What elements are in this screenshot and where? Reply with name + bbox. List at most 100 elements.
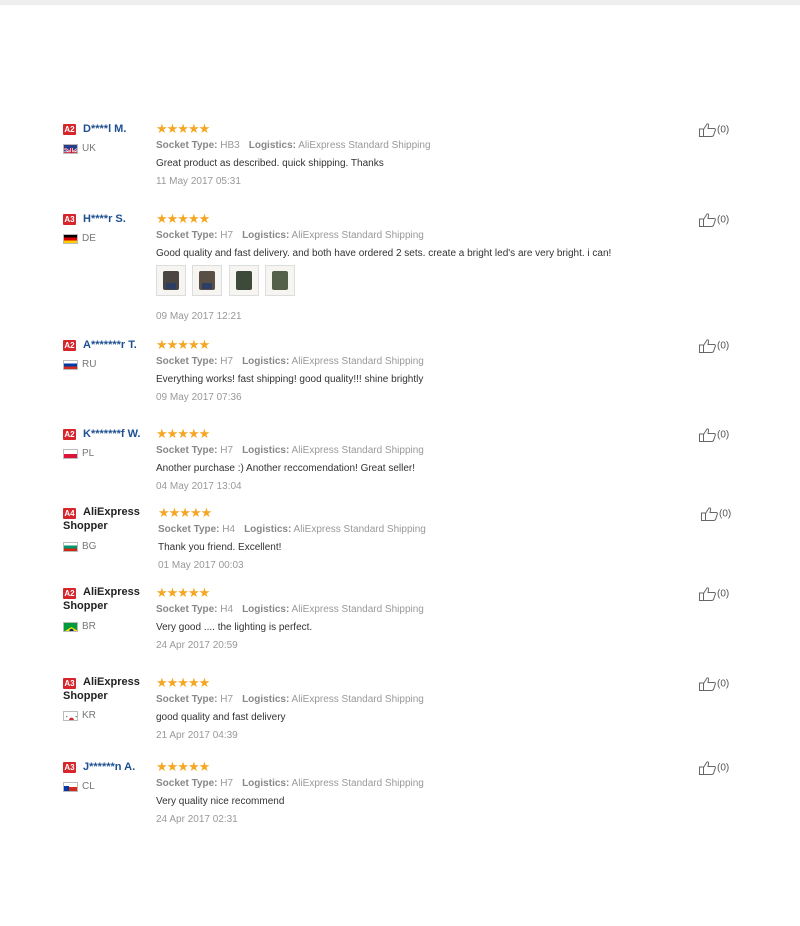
- reviewer-name[interactable]: K*******f W.: [83, 428, 140, 440]
- review-text: good quality and fast delivery: [156, 712, 286, 723]
- rating-stars: ★★★★★: [156, 211, 210, 226]
- review-date: 24 Apr 2017 02:31: [156, 814, 238, 825]
- reviewer-name[interactable]: AliExpress Shopper: [63, 675, 148, 703]
- review-text: Very good .... the lighting is perfect.: [156, 622, 313, 633]
- reviewer-name[interactable]: AliExpress Shopper: [63, 585, 148, 613]
- socket-label: Socket Type:: [156, 604, 218, 615]
- logistics-value: AliExpress Standard Shipping: [293, 524, 426, 535]
- review-date: 04 May 2017 13:04: [156, 481, 242, 492]
- like-count: (0): [717, 124, 730, 136]
- like-button[interactable]: (0): [699, 123, 729, 137]
- like-button[interactable]: (0): [699, 213, 729, 227]
- logistics-label: Logistics:: [242, 445, 290, 456]
- socket-value: H7: [220, 230, 234, 241]
- socket-value: H4: [222, 524, 236, 535]
- like-button[interactable]: (0): [699, 677, 729, 691]
- socket-label: Socket Type:: [156, 445, 218, 456]
- reviewer-country: RU: [82, 359, 97, 370]
- socket-label: Socket Type:: [156, 356, 218, 367]
- rating-stars: ★★★★★: [156, 426, 210, 441]
- review-meta: Socket Type: H4 Logistics: AliExpress Sta…: [158, 524, 426, 535]
- review-text: Another purchase :) Another reccomendati…: [156, 463, 416, 474]
- review-meta: Socket Type: H7 Logistics: AliExpress Sta…: [156, 356, 424, 367]
- like-button[interactable]: (0): [699, 339, 729, 353]
- socket-value: H7: [220, 356, 234, 367]
- buyer-level-badge: A2: [63, 340, 76, 351]
- logistics-value: AliExpress Standard Shipping: [291, 445, 424, 456]
- review-meta: Socket Type: H7 Logistics: AliExpress Sta…: [156, 230, 424, 241]
- like-button[interactable]: (0): [699, 428, 729, 442]
- uk-flag-icon: [63, 144, 78, 154]
- bg-flag-icon: [63, 542, 78, 552]
- reviewer-name[interactable]: J******n A.: [83, 761, 135, 773]
- socket-label: Socket Type:: [156, 694, 218, 705]
- review-text: Good quality and fast delivery. and both…: [156, 248, 612, 259]
- socket-label: Socket Type:: [156, 140, 218, 151]
- review-meta: Socket Type: H7 Logistics: AliExpress Sta…: [156, 778, 424, 789]
- logistics-label: Logistics:: [248, 140, 296, 151]
- reviewer-country: DE: [82, 233, 96, 244]
- thumbs-up-icon: [699, 587, 716, 601]
- buyer-level-badge: A2: [63, 124, 76, 135]
- br-flag-icon: [63, 622, 78, 632]
- review-date: 01 May 2017 00:03: [158, 560, 244, 571]
- like-count: (0): [717, 214, 730, 226]
- review-date: 09 May 2017 12:21: [156, 311, 242, 322]
- review-photo[interactable]: [156, 265, 186, 296]
- socket-value: H7: [220, 694, 234, 705]
- logistics-value: AliExpress Standard Shipping: [298, 140, 431, 151]
- cl-flag-icon: [63, 782, 78, 792]
- rating-stars: ★★★★★: [156, 675, 210, 690]
- logistics-value: AliExpress Standard Shipping: [291, 694, 424, 705]
- socket-label: Socket Type:: [158, 524, 220, 535]
- reviewer-country: BR: [82, 621, 96, 632]
- buyer-level-badge: A2: [63, 429, 76, 440]
- review-meta: Socket Type: HB3 Logistics: AliExpress St…: [156, 140, 431, 151]
- thumbs-up-icon: [699, 677, 716, 691]
- reviewer-name[interactable]: A*******r T.: [83, 339, 137, 351]
- like-button[interactable]: (0): [701, 507, 731, 521]
- like-count: (0): [717, 429, 730, 441]
- ru-flag-icon: [63, 360, 78, 370]
- rating-stars: ★★★★★: [156, 585, 210, 600]
- socket-value: H4: [220, 604, 234, 615]
- thumbs-up-icon: [699, 428, 716, 442]
- like-button[interactable]: (0): [699, 587, 729, 601]
- pl-flag-icon: [63, 449, 78, 459]
- socket-value: H7: [220, 445, 234, 456]
- reviewer-name[interactable]: D****l M.: [83, 123, 126, 135]
- reviewer-name[interactable]: AliExpress Shopper: [63, 505, 148, 533]
- thumbs-up-icon: [699, 339, 716, 353]
- review-meta: Socket Type: H7 Logistics: AliExpress Sta…: [156, 694, 424, 705]
- logistics-label: Logistics:: [242, 694, 290, 705]
- thumbs-up-icon: [699, 761, 716, 775]
- review-photo[interactable]: [192, 265, 223, 296]
- like-button[interactable]: (0): [699, 761, 729, 775]
- rating-stars: ★★★★★: [156, 337, 210, 352]
- review-date: 21 Apr 2017 04:39: [156, 730, 238, 741]
- reviewer-name[interactable]: H****r S.: [83, 213, 126, 225]
- review-text: Everything works! fast shipping! good qu…: [156, 374, 424, 385]
- review-text: Great product as described. quick shippi…: [156, 158, 384, 169]
- review-date: 09 May 2017 07:36: [156, 392, 242, 403]
- like-count: (0): [719, 508, 732, 520]
- logistics-value: AliExpress Standard Shipping: [291, 604, 424, 615]
- rating-stars: ★★★★★: [158, 505, 212, 520]
- review-photo[interactable]: [265, 265, 296, 296]
- logistics-label: Logistics:: [242, 356, 290, 367]
- logistics-value: AliExpress Standard Shipping: [291, 356, 424, 367]
- socket-label: Socket Type:: [156, 230, 218, 241]
- top-divider: [0, 0, 800, 5]
- socket-value: H7: [220, 778, 234, 789]
- like-count: (0): [717, 340, 730, 352]
- review-date: 24 Apr 2017 20:59: [156, 640, 238, 651]
- review-text: Thank you friend. Excellent!: [158, 542, 282, 553]
- de-flag-icon: [63, 234, 78, 244]
- buyer-level-badge: A3: [63, 762, 76, 773]
- review-date: 11 May 2017 05:31: [156, 176, 241, 187]
- thumbs-up-icon: [701, 507, 718, 521]
- thumbs-up-icon: [699, 123, 716, 137]
- review-photo[interactable]: [228, 265, 259, 296]
- review-photos: [156, 265, 297, 301]
- review-meta: Socket Type: H4 Logistics: AliExpress Sta…: [156, 604, 424, 615]
